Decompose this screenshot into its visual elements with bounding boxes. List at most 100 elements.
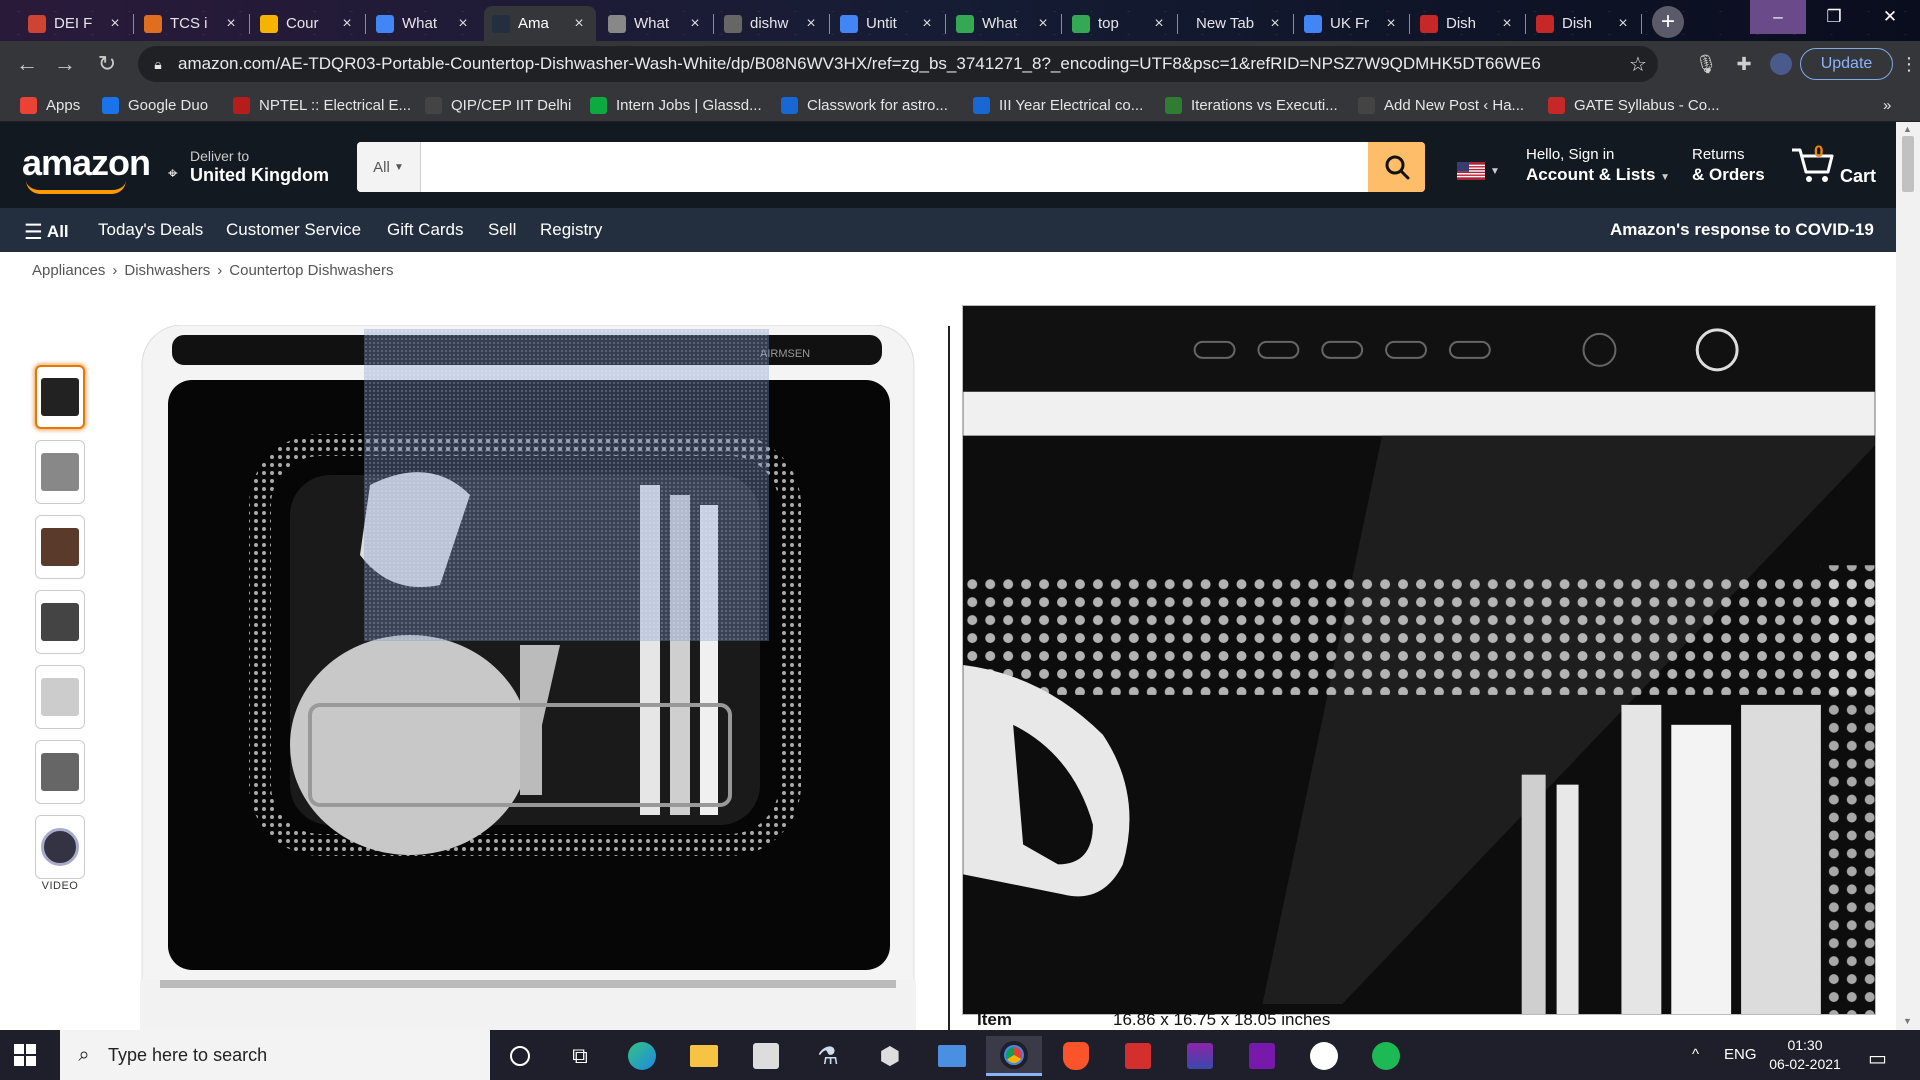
chrome-icon[interactable]: [986, 1036, 1042, 1076]
browser-tab[interactable]: Dish ×: [1412, 6, 1524, 41]
breadcrumb-link[interactable]: Countertop Dishwashers: [229, 262, 393, 279]
taskbar-search[interactable]: ⌕ Type here to search: [60, 1030, 490, 1080]
tab-close-icon[interactable]: ×: [1498, 15, 1516, 33]
browser-tab[interactable]: New Tab ×: [1180, 6, 1292, 41]
search-input[interactable]: [421, 142, 1368, 192]
bookmark-star-icon[interactable]: ☆: [1618, 52, 1658, 77]
page-scrollbar[interactable]: ▲ ▼: [1896, 122, 1920, 1030]
browser-tab[interactable]: dishw ×: [716, 6, 828, 41]
search-button[interactable]: [1368, 142, 1425, 192]
returns-orders[interactable]: Returns & Orders: [1692, 146, 1765, 185]
tab-close-icon[interactable]: ×: [802, 15, 820, 33]
tab-close-icon[interactable]: ×: [1382, 15, 1400, 33]
video-thumbnail[interactable]: [35, 815, 85, 879]
tray-chevron-up-icon[interactable]: ^: [1692, 1046, 1699, 1063]
bookmark-item[interactable]: Apps: [20, 94, 80, 116]
image-thumbnail[interactable]: [35, 515, 85, 579]
bookmark-item[interactable]: III Year Electrical co...: [973, 94, 1143, 116]
browser-tab[interactable]: TCS i ×: [136, 6, 248, 41]
amazon-logo[interactable]: amazon: [22, 142, 151, 194]
tab-close-icon[interactable]: ×: [686, 15, 704, 33]
address-bar[interactable]: 🔒︎ amazon.com/AE-TDQR03-Portable-Counter…: [138, 46, 1658, 82]
scroll-down-arrow-icon[interactable]: ▼: [1903, 1016, 1912, 1026]
all-menu-button[interactable]: ☰ All: [24, 220, 69, 245]
word-app-icon[interactable]: [1296, 1036, 1352, 1076]
edge-icon[interactable]: [614, 1036, 670, 1076]
tab-close-icon[interactable]: ×: [454, 15, 472, 33]
nav-customer-service[interactable]: Customer Service: [226, 220, 361, 240]
bookmark-item[interactable]: Google Duo: [102, 94, 208, 116]
maximize-button[interactable]: ❐: [1806, 0, 1862, 34]
tab-close-icon[interactable]: ×: [1034, 15, 1052, 33]
spotify-icon[interactable]: [1358, 1036, 1414, 1076]
image-thumbnail[interactable]: [35, 740, 85, 804]
browser-tab[interactable]: Dish ×: [1528, 6, 1640, 41]
browser-tab[interactable]: Ama ×: [484, 6, 596, 41]
tab-close-icon[interactable]: ×: [570, 15, 588, 33]
breadcrumb-link[interactable]: Appliances: [32, 262, 105, 279]
windows-start-icon[interactable]: [14, 1044, 36, 1066]
cart[interactable]: 0 Cart: [1790, 142, 1876, 189]
clock[interactable]: 01:30 06-02-2021: [1760, 1036, 1850, 1074]
bookmark-item[interactable]: NPTEL :: Electrical E...: [233, 94, 411, 116]
nav-covid-response[interactable]: Amazon's response to COVID-19: [1610, 220, 1874, 240]
tab-close-icon[interactable]: ×: [918, 15, 936, 33]
url-text[interactable]: amazon.com/AE-TDQR03-Portable-Countertop…: [178, 54, 1618, 74]
browser-tab[interactable]: Untit ×: [832, 6, 944, 41]
us-flag-icon[interactable]: [1457, 162, 1485, 180]
bookmark-item[interactable]: Classwork for astro...: [781, 94, 948, 116]
close-window-button[interactable]: ✕: [1862, 0, 1918, 34]
cortana-icon[interactable]: [492, 1036, 548, 1076]
tab-close-icon[interactable]: ×: [1614, 15, 1632, 33]
tab-close-icon[interactable]: ×: [222, 15, 240, 33]
back-arrow-icon[interactable]: ←: [12, 49, 42, 79]
nav-sell[interactable]: Sell: [488, 220, 516, 240]
scroll-up-arrow-icon[interactable]: ▲: [1903, 124, 1912, 134]
deliver-to[interactable]: Deliver to United Kingdom: [190, 148, 329, 186]
forward-arrow-icon[interactable]: →: [50, 49, 80, 79]
microphone-icon[interactable]: 🎙︎: [1695, 53, 1718, 75]
nav-registry[interactable]: Registry: [540, 220, 602, 240]
browser-tab[interactable]: What ×: [948, 6, 1060, 41]
bookmark-item[interactable]: Intern Jobs | Glassd...: [590, 94, 762, 116]
winrar-icon[interactable]: [1172, 1036, 1228, 1076]
extensions-puzzle-icon[interactable]: ✚: [1733, 53, 1755, 75]
lab-flask-icon[interactable]: ⚗︎: [800, 1036, 856, 1076]
bookmarks-overflow-chevron-icon[interactable]: »: [1883, 94, 1891, 116]
tab-close-icon[interactable]: ×: [1150, 15, 1168, 33]
image-thumbnail[interactable]: [35, 440, 85, 504]
task-view-icon[interactable]: ⧉: [552, 1036, 608, 1076]
pdf-reader-icon[interactable]: [1110, 1036, 1166, 1076]
file-explorer-icon[interactable]: [676, 1036, 732, 1076]
image-thumbnail[interactable]: [35, 590, 85, 654]
browser-tab[interactable]: top ×: [1064, 6, 1176, 41]
store-icon[interactable]: [738, 1036, 794, 1076]
profile-avatar[interactable]: [1770, 53, 1792, 75]
notifications-icon[interactable]: ▭: [1868, 1046, 1887, 1071]
language-caret-icon[interactable]: ▼: [1490, 166, 1500, 177]
minimize-button[interactable]: –: [1750, 0, 1806, 34]
bookmark-item[interactable]: GATE Syllabus - Co...: [1548, 94, 1720, 116]
browser-tab[interactable]: What ×: [368, 6, 480, 41]
nav-todays-deals[interactable]: Today's Deals: [98, 220, 203, 240]
update-button[interactable]: Update: [1800, 48, 1893, 80]
browser-tab[interactable]: What ×: [600, 6, 712, 41]
search-category-dropdown[interactable]: All ▼: [357, 142, 421, 192]
brave-icon[interactable]: [1048, 1036, 1104, 1076]
bookmark-item[interactable]: QIP/CEP IIT Delhi: [425, 94, 571, 116]
tab-close-icon[interactable]: ×: [106, 15, 124, 33]
tab-close-icon[interactable]: ×: [1266, 15, 1284, 33]
browser-tab[interactable]: Cour ×: [252, 6, 364, 41]
nav-gift-cards[interactable]: Gift Cards: [387, 220, 464, 240]
new-tab-button[interactable]: +: [1652, 6, 1684, 38]
breadcrumb-link[interactable]: Dishwashers: [124, 262, 210, 279]
reload-icon[interactable]: ↻: [92, 49, 122, 79]
scrollbar-thumb[interactable]: [1902, 136, 1914, 192]
image-thumbnail[interactable]: [35, 665, 85, 729]
tab-close-icon[interactable]: ×: [338, 15, 356, 33]
account-lists[interactable]: Hello, Sign in Account & Lists ▼: [1526, 146, 1670, 185]
image-thumbnail[interactable]: [35, 365, 85, 429]
browser-tab[interactable]: DEI F ×: [20, 6, 132, 41]
input-language[interactable]: ENG: [1724, 1046, 1757, 1063]
box-app-icon[interactable]: ⬢: [862, 1036, 918, 1076]
